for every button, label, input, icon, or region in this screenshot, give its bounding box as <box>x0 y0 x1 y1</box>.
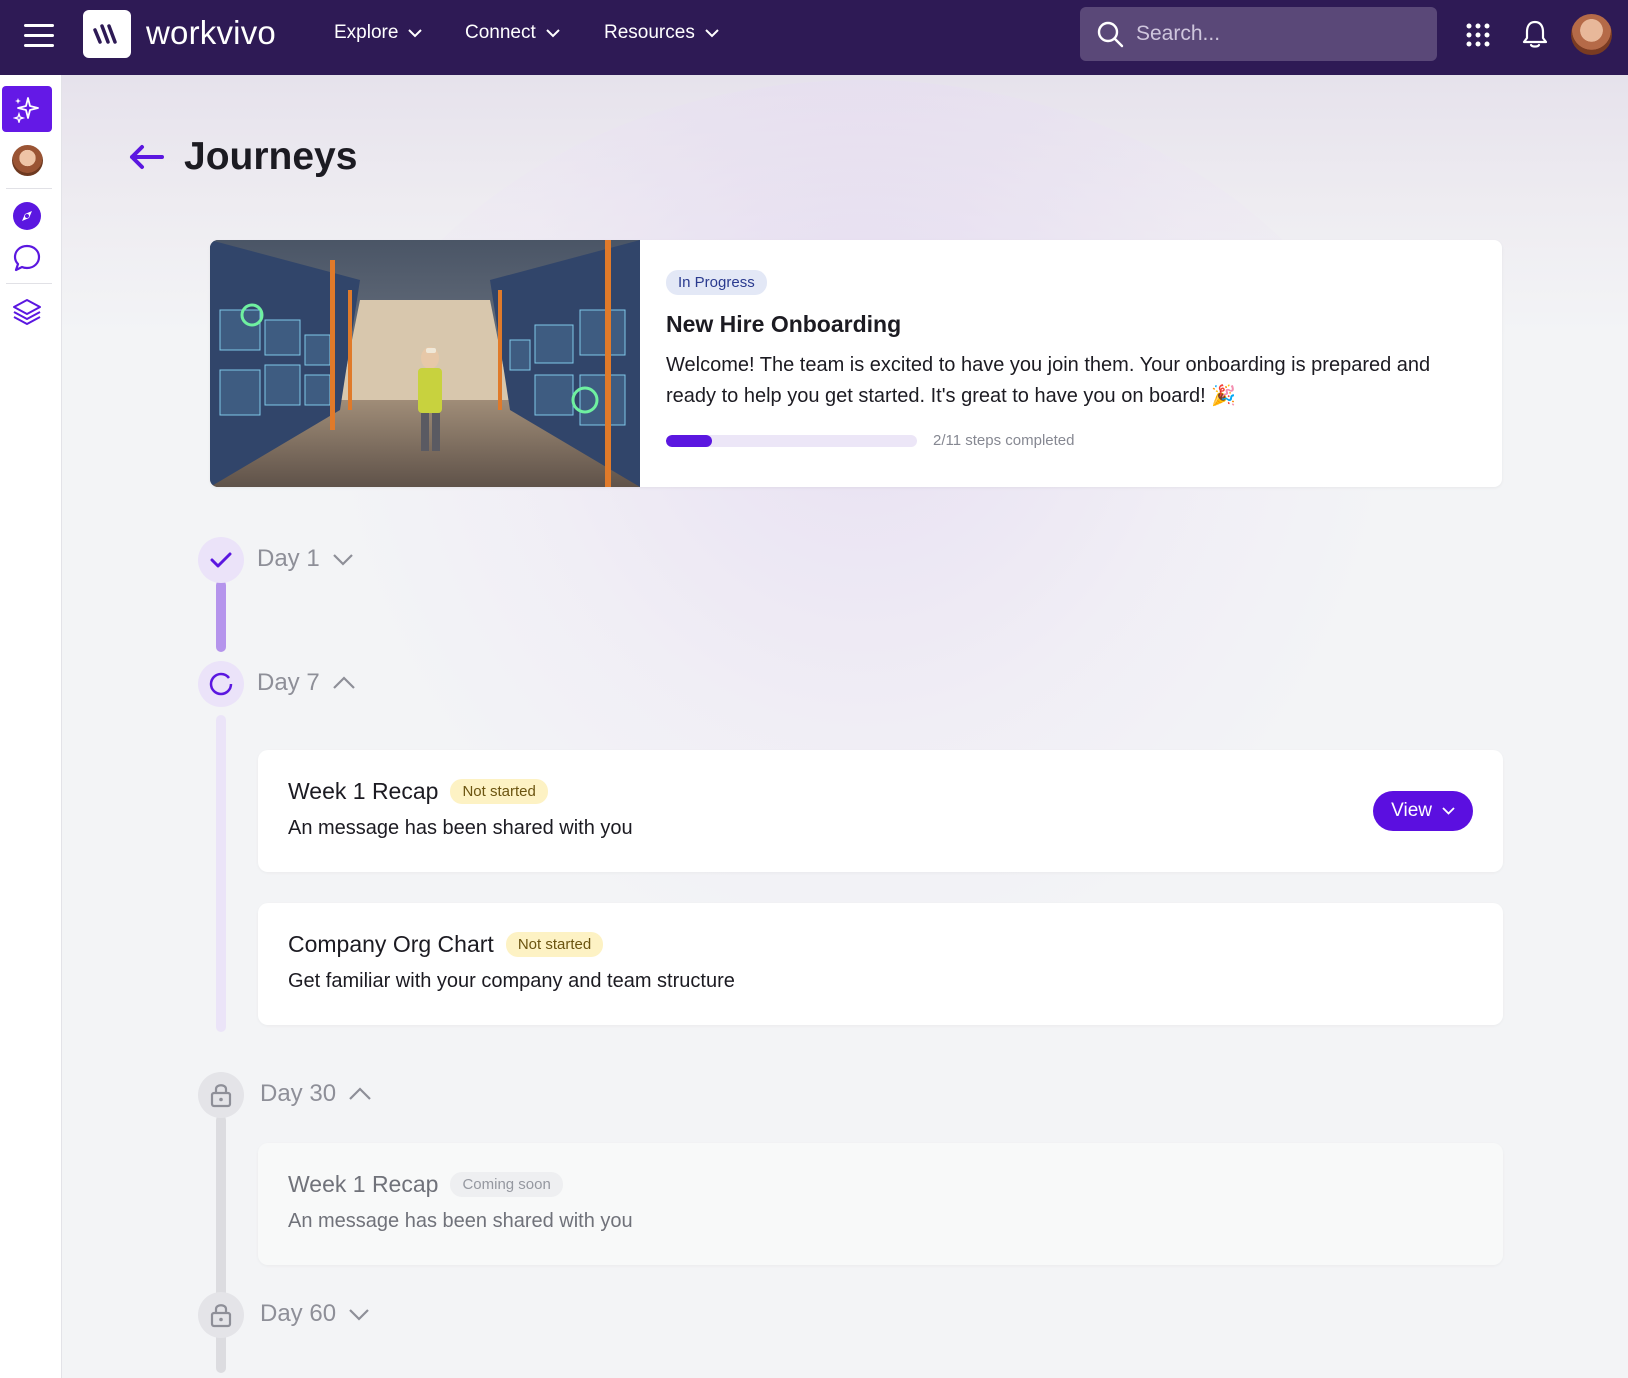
top-navigation-bar: workvivo Explore Connect Resources <box>0 0 1628 75</box>
day-1-toggle[interactable]: Day 1 <box>257 545 354 573</box>
timeline-connector-completed <box>216 580 226 652</box>
lock-icon <box>210 1304 232 1328</box>
task-header: Week 1 Recap Coming soon <box>288 1171 1473 1198</box>
chevron-down-icon <box>1442 807 1455 815</box>
task-description: An message has been shared with you <box>288 817 633 839</box>
day-60-toggle[interactable]: Day 60 <box>260 1300 370 1328</box>
sidebar-divider <box>6 188 52 189</box>
day-label: Day 7 <box>257 669 320 696</box>
chevron-down-icon <box>705 28 719 37</box>
page-header: Journeys <box>128 135 357 179</box>
journey-progress: 2/11 steps completed <box>666 432 1476 449</box>
nav-resources[interactable]: Resources <box>604 22 719 44</box>
task-card[interactable]: Company Org Chart Not started Get famili… <box>258 903 1503 1025</box>
task-header: Week 1 Recap Not started <box>288 778 1473 805</box>
nav-connect-label: Connect <box>465 22 536 43</box>
day-7-toggle[interactable]: Day 7 <box>257 669 356 697</box>
sidebar-item-ai[interactable] <box>2 86 52 132</box>
chevron-down-icon <box>546 28 560 37</box>
page-title: Journeys <box>184 135 358 178</box>
chevron-up-icon <box>349 1087 371 1100</box>
journey-card: In Progress New Hire Onboarding Welcome!… <box>210 240 1502 487</box>
status-badge: Not started <box>505 932 604 957</box>
task-card-locked: Week 1 Recap Coming soon An message has … <box>258 1143 1503 1265</box>
nav-connect[interactable]: Connect <box>465 22 560 44</box>
hamburger-menu-icon[interactable] <box>24 22 54 48</box>
lock-icon <box>210 1084 232 1108</box>
chevron-down-icon <box>408 28 423 37</box>
task-title: Week 1 Recap <box>288 1171 439 1197</box>
task-header: Company Org Chart Not started <box>288 931 1473 958</box>
timeline-connector-in-progress <box>216 715 226 1032</box>
sidebar-divider <box>6 283 52 284</box>
day-locked-node <box>198 1292 244 1338</box>
chevron-down-icon <box>332 553 353 566</box>
search-input[interactable] <box>1136 22 1416 46</box>
progress-bar <box>666 434 917 447</box>
day-label: Day 30 <box>260 1080 337 1107</box>
status-badge: Coming soon <box>450 1172 563 1197</box>
status-badge: In Progress <box>666 270 767 295</box>
day-in-progress-node <box>198 661 244 707</box>
task-description: An message has been shared with you <box>288 1210 633 1232</box>
grid-icon[interactable] <box>1466 23 1490 47</box>
progress-bar-fill <box>666 434 712 447</box>
bell-icon[interactable] <box>1521 19 1549 49</box>
user-avatar[interactable] <box>1571 14 1612 55</box>
check-icon <box>210 552 232 568</box>
day-label: Day 1 <box>257 545 320 572</box>
layers-icon[interactable] <box>12 297 42 327</box>
journey-description: Welcome! The team is excited to have you… <box>666 354 1431 407</box>
task-title: Week 1 Recap <box>288 778 439 804</box>
sparkles-icon <box>13 97 39 123</box>
nav-resources-label: Resources <box>604 22 695 43</box>
workvivo-logo-icon[interactable] <box>83 10 131 58</box>
search-bar[interactable] <box>1080 7 1437 61</box>
view-button[interactable]: View <box>1373 791 1473 831</box>
sidebar-avatar[interactable] <box>12 145 43 176</box>
task-description: Get familiar with your company and team … <box>288 970 735 992</box>
status-badge: Not started <box>450 779 548 804</box>
left-sidebar <box>0 75 62 1378</box>
chat-bubble-icon[interactable] <box>12 243 42 273</box>
progress-text: 2/11 steps completed <box>933 432 1075 449</box>
journey-cover-image <box>210 240 640 487</box>
main-content: Journeys In Progress New Hire Onboarding… <box>62 75 1628 1378</box>
day-label: Day 60 <box>260 1300 337 1327</box>
search-icon <box>1097 21 1124 48</box>
chevron-down-icon <box>349 1308 369 1321</box>
nav-explore[interactable]: Explore <box>334 22 423 44</box>
task-card[interactable]: Week 1 Recap Not started An message has … <box>258 750 1503 872</box>
journey-details: In Progress New Hire Onboarding Welcome!… <box>640 240 1502 487</box>
task-title: Company Org Chart <box>288 931 494 957</box>
view-button-label: View <box>1391 800 1432 821</box>
progress-circle-icon <box>209 672 233 696</box>
day-locked-node <box>198 1072 244 1118</box>
day-completed-node <box>198 537 244 583</box>
day-30-toggle[interactable]: Day 30 <box>260 1080 372 1108</box>
journey-title[interactable]: New Hire Onboarding <box>666 311 1476 338</box>
chevron-up-icon <box>332 676 355 689</box>
arrow-left-icon[interactable] <box>128 144 164 170</box>
compass-icon[interactable] <box>12 201 42 231</box>
nav-explore-label: Explore <box>334 22 399 43</box>
logo-text[interactable]: workvivo <box>146 14 276 52</box>
